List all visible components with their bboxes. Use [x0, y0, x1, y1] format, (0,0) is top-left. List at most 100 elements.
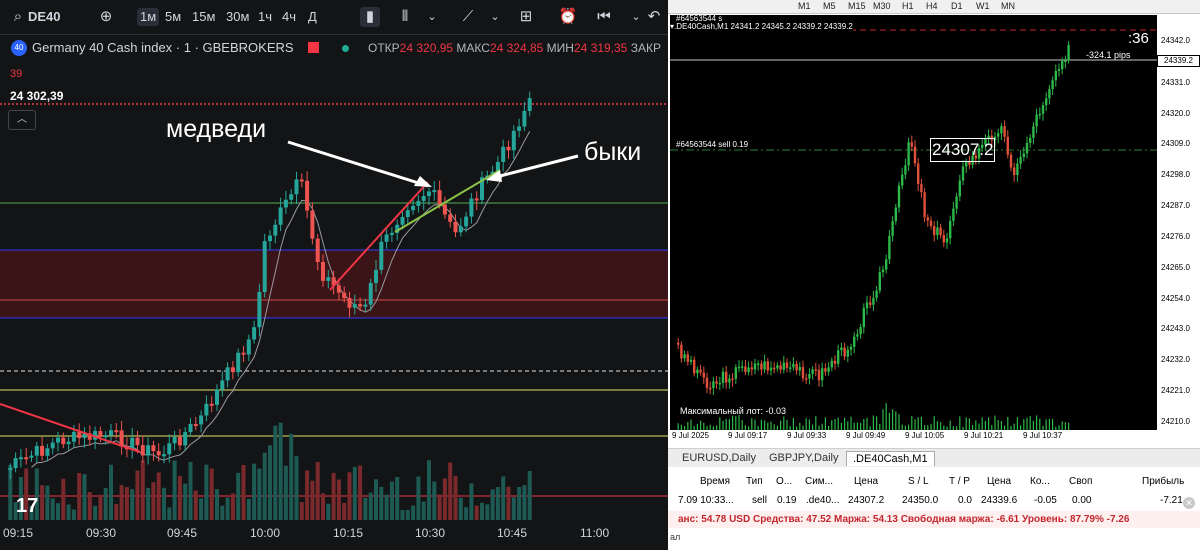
tf-m15[interactable]: M15 [848, 0, 866, 13]
chevron-down-icon[interactable]: ⌄ [422, 7, 442, 27]
tradingview-logo: 17 [16, 495, 38, 517]
candle-body [917, 163, 920, 185]
candle-body [98, 431, 103, 437]
time-tick: 9 Jul 10:05 [905, 431, 945, 440]
candle-body [1019, 156, 1022, 164]
candle-body [458, 226, 463, 233]
tv-candle-chart[interactable]: 17 [0, 60, 668, 520]
timeframe-1m[interactable]: 1м [137, 8, 160, 26]
col-tp[interactable]: T / P [949, 476, 970, 487]
tf-m30[interactable]: M30 [873, 0, 891, 13]
candle-body [843, 347, 846, 357]
candles-icon[interactable]: ▮ [360, 7, 380, 27]
col-commission[interactable]: Ко... [1030, 476, 1050, 487]
col-type[interactable]: Тип [746, 476, 763, 487]
time-tick: 09:30 [86, 526, 117, 540]
col-current-price[interactable]: Цена [987, 476, 1011, 487]
replay-icon[interactable]: ⏮ [594, 7, 614, 27]
tf-mn[interactable]: MN [1001, 0, 1015, 13]
candle-body [347, 298, 352, 308]
volume-bar [895, 411, 897, 430]
candle-body [891, 221, 894, 236]
volume-bar [56, 503, 60, 520]
candle-body [897, 185, 901, 208]
candle-body [442, 204, 447, 215]
timeframe-4h[interactable]: 4ч [282, 8, 296, 26]
timeframe-30m[interactable]: 30м [226, 8, 249, 26]
tab-eurusd[interactable]: EURUSD,Daily [676, 451, 762, 465]
col-time[interactable]: Время [700, 476, 730, 487]
volume-bar [738, 415, 740, 430]
candle-body [1006, 136, 1009, 155]
timeframe-day[interactable]: Д [308, 8, 317, 26]
tf-m1[interactable]: M1 [798, 0, 811, 13]
volume-bar [1048, 418, 1050, 430]
undo-icon[interactable]: ↶ [644, 7, 664, 27]
volume-bar [511, 497, 516, 520]
volume-bar [358, 465, 363, 520]
tf-h1[interactable]: H1 [902, 0, 914, 13]
col-volume[interactable]: О... [776, 476, 792, 487]
volume-bar [860, 422, 862, 430]
candle-body [421, 196, 426, 201]
tf-m5[interactable]: M5 [823, 0, 836, 13]
time-tick: 9 Jul 09:17 [728, 431, 768, 440]
mt-time-axis: 9 Jul 2025 9 Jul 09:17 9 Jul 09:33 9 Jul… [670, 430, 1157, 445]
volume-bar [50, 498, 55, 520]
price-tick: 24331.0 [1161, 78, 1190, 87]
table-row[interactable]: 7.09 10:33... sell 0.19 .de40... 24307.2… [668, 491, 1200, 509]
price-tick: 24298.0 [1161, 170, 1190, 179]
indicators-icon[interactable]: ⟋ [458, 7, 478, 27]
volume-bar [151, 482, 156, 520]
flag-icon[interactable] [308, 42, 319, 53]
tv-toolbar: ⌕ DE40 ⊕ 1м 5м 15м 30м 1ч 4ч Д ▮ ⫴ ⌄ ⟋ ⌄… [0, 0, 668, 35]
volume-bar [464, 507, 469, 520]
close-icon[interactable]: ✕ [1183, 497, 1195, 509]
candle-body [326, 277, 331, 281]
candle-body [1041, 105, 1045, 114]
annotation-bears: медведи [166, 115, 267, 143]
mt-price-box: 24307.2 [930, 138, 996, 162]
search-icon[interactable]: ⌕ [8, 7, 28, 27]
mt-chart[interactable]: #64563544 s ▾.DE40Cash,M1 24341.2 24345.… [670, 14, 1157, 430]
candle-body [965, 161, 968, 167]
candle-body [859, 327, 862, 335]
timeframe-5m[interactable]: 5м [165, 8, 181, 26]
tab-de40cash[interactable]: .DE40Cash,M1 [846, 451, 935, 466]
volume-bar [725, 419, 727, 430]
alert-icon[interactable]: ⏰ [558, 7, 578, 27]
tf-w1[interactable]: W1 [976, 0, 990, 13]
chevron-down-icon[interactable]: ⌄ [626, 7, 646, 27]
layout-icon[interactable]: ⊞ [516, 7, 536, 27]
volume-bar [405, 509, 410, 520]
candle-body [737, 366, 741, 369]
symbol-search[interactable]: DE40 [28, 8, 61, 26]
candle-body [705, 377, 709, 388]
col-price[interactable]: Цена [854, 476, 878, 487]
volume-bar [395, 476, 400, 520]
add-symbol-icon[interactable]: ⊕ [96, 7, 116, 27]
candle-body [901, 174, 904, 186]
mt-max-lot: Максимальный лот: -0.03 [680, 406, 787, 416]
tf-d1[interactable]: D1 [951, 0, 963, 13]
open-value: 24 320,95 [399, 41, 454, 55]
volume-bar [920, 416, 922, 430]
candle-body [792, 363, 795, 368]
chevron-down-icon[interactable]: ⌄ [485, 7, 505, 27]
tab-gbpjpy[interactable]: GBPJPY,Daily [763, 451, 845, 465]
time-tick: 10:45 [497, 526, 528, 540]
bars-icon[interactable]: ⫴ [395, 7, 415, 27]
col-sl[interactable]: S / L [908, 476, 929, 487]
col-profit[interactable]: Прибыль [1142, 476, 1184, 487]
volume-bar [416, 476, 421, 520]
col-symbol[interactable]: Сим... [805, 476, 833, 487]
volume-bar [1007, 416, 1009, 430]
tf-h4[interactable]: H4 [926, 0, 938, 13]
timeframe-15m[interactable]: 15м [192, 8, 215, 26]
timeframe-1h[interactable]: 1ч [258, 8, 272, 26]
volume-bar [847, 421, 849, 430]
candle-body [252, 327, 257, 340]
volume-bar [400, 509, 405, 520]
volume-bar [770, 421, 772, 430]
col-swap[interactable]: Своп [1069, 476, 1092, 487]
